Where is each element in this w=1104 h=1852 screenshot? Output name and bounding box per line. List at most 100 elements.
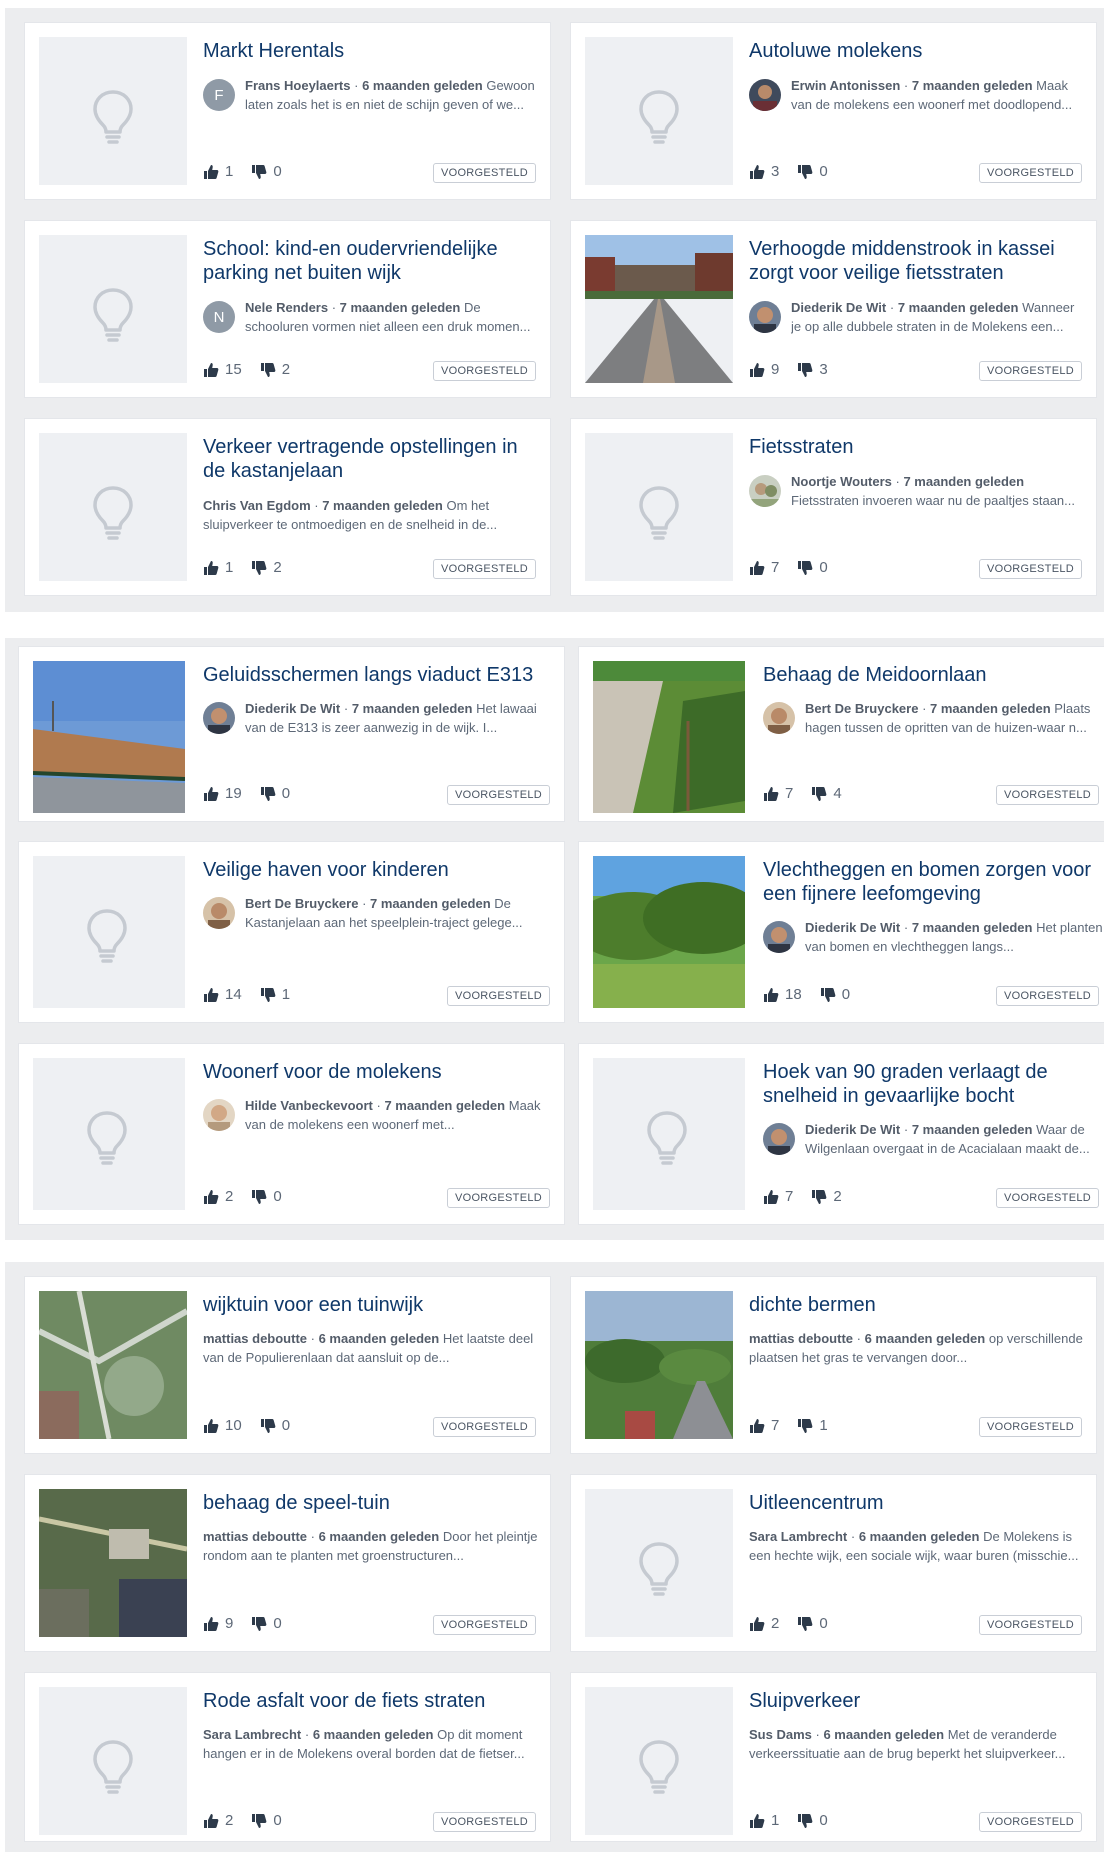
author-name[interactable]: Hilde Vanbeckevoort — [245, 1098, 373, 1113]
author-name[interactable]: Diederik De Wit — [805, 920, 900, 935]
author-name[interactable]: mattias deboutte — [203, 1529, 307, 1544]
idea-card[interactable]: Verkeer vertragende opstellingen in de k… — [24, 418, 551, 596]
idea-title[interactable]: Hoek van 90 graden verlaagt de snelheid … — [763, 1060, 1104, 1108]
idea-title[interactable]: Fietsstraten — [749, 435, 1086, 459]
downvote-button[interactable]: 2 — [811, 1188, 842, 1205]
status-badge: VOORGESTELD — [995, 1188, 1099, 1208]
upvote-button[interactable]: 1 — [203, 559, 233, 576]
upvote-button[interactable]: 7 — [763, 1188, 793, 1205]
author-name[interactable]: Sus Dams — [749, 1727, 812, 1742]
idea-title[interactable]: Woonerf voor de molekens — [203, 1060, 554, 1084]
author-name[interactable]: Diederik De Wit — [245, 701, 340, 716]
idea-title[interactable]: Markt Herentals — [203, 39, 540, 63]
idea-title[interactable]: Verkeer vertragende opstellingen in de k… — [203, 435, 540, 483]
upvote-button[interactable]: 14 — [203, 986, 242, 1003]
idea-title[interactable]: dichte bermen — [749, 1293, 1086, 1317]
idea-card[interactable]: Behaag de Meidoornlaan Bert De Bruyckere… — [578, 646, 1104, 822]
upvote-button[interactable]: 1 — [203, 163, 233, 180]
upvote-button[interactable]: 10 — [203, 1417, 242, 1434]
author-name[interactable]: Nele Renders — [245, 300, 328, 315]
idea-title[interactable]: Vlechtheggen en bomen zorgen voor een fi… — [763, 858, 1104, 906]
idea-title[interactable]: Behaag de Meidoornlaan — [763, 663, 1104, 687]
downvote-button[interactable]: 0 — [797, 559, 828, 576]
downvote-button[interactable]: 3 — [797, 361, 828, 378]
idea-title[interactable]: behaag de speel-tuin — [203, 1491, 540, 1515]
idea-title[interactable]: Geluidsschermen langs viaduct E313 — [203, 663, 554, 687]
status-badge: VOORGESTELD — [978, 1812, 1082, 1832]
status-badge: VOORGESTELD — [978, 1615, 1082, 1635]
idea-title[interactable]: School: kind-en oudervriendelijke parkin… — [203, 237, 540, 285]
upvote-button[interactable]: 9 — [749, 361, 779, 378]
upvote-button[interactable]: 2 — [203, 1188, 233, 1205]
upvote-button[interactable]: 9 — [203, 1615, 233, 1632]
idea-title[interactable]: Uitleencentrum — [749, 1491, 1086, 1515]
downvote-button[interactable]: 0 — [251, 1615, 282, 1632]
upvote-count: 7 — [785, 785, 794, 802]
upvote-button[interactable]: 2 — [203, 1812, 233, 1829]
downvote-button[interactable]: 2 — [260, 361, 290, 378]
upvote-button[interactable]: 18 — [763, 986, 802, 1003]
upvote-button[interactable]: 7 — [749, 559, 779, 576]
idea-card[interactable]: Sluipverkeer Sus Dams · 6 maanden gelede… — [570, 1672, 1097, 1842]
author-name[interactable]: Bert De Bruyckere — [245, 896, 358, 911]
downvote-button[interactable]: 1 — [797, 1417, 828, 1434]
idea-title[interactable]: Rode asfalt voor de fiets straten — [203, 1689, 540, 1713]
upvote-button[interactable]: 2 — [749, 1615, 779, 1632]
idea-card[interactable]: School: kind-en oudervriendelijke parkin… — [24, 220, 551, 398]
author-name[interactable]: Diederik De Wit — [791, 300, 886, 315]
idea-card[interactable]: Fietsstraten Noortje Wouters · 7 maanden… — [570, 418, 1097, 596]
idea-card[interactable]: Vlechtheggen en bomen zorgen voor een fi… — [578, 841, 1104, 1023]
downvote-button[interactable]: 0 — [251, 1812, 282, 1829]
upvote-button[interactable]: 3 — [749, 163, 779, 180]
idea-card[interactable]: wijktuin voor een tuinwijk mattias debou… — [24, 1276, 551, 1454]
downvote-button[interactable]: 0 — [797, 1615, 828, 1632]
idea-title[interactable]: Sluipverkeer — [749, 1689, 1086, 1713]
idea-card[interactable]: Verhoogde middenstrook in kassei zorgt v… — [570, 220, 1097, 398]
author-name[interactable]: Sara Lambrecht — [749, 1529, 847, 1544]
upvote-button[interactable]: 19 — [203, 785, 242, 802]
downvote-button[interactable]: 0 — [260, 785, 290, 802]
idea-card[interactable]: Geluidsschermen langs viaduct E313 Diede… — [18, 646, 565, 822]
idea-card[interactable]: Markt Herentals F Frans Hoeylaerts · 6 m… — [24, 22, 551, 200]
author-name[interactable]: Erwin Antonissen — [791, 78, 900, 93]
upvote-button[interactable]: 15 — [203, 361, 242, 378]
idea-card[interactable]: dichte bermen mattias deboutte · 6 maand… — [570, 1276, 1097, 1454]
vote-bar: 1 0 — [749, 1812, 828, 1829]
upvote-button[interactable]: 1 — [749, 1812, 779, 1829]
downvote-button[interactable]: 1 — [260, 986, 290, 1003]
idea-card[interactable]: Rode asfalt voor de fiets straten Sara L… — [24, 1672, 551, 1842]
author-name[interactable]: Frans Hoeylaerts — [245, 78, 351, 93]
downvote-button[interactable]: 4 — [811, 785, 842, 802]
upvote-button[interactable]: 7 — [763, 785, 793, 802]
downvote-button[interactable]: 0 — [251, 163, 282, 180]
upvote-button[interactable]: 7 — [749, 1417, 779, 1434]
post-time: 7 maanden geleden — [911, 78, 1033, 93]
author-name[interactable]: Sara Lambrecht — [203, 1727, 301, 1742]
author-name[interactable]: Diederik De Wit — [805, 1122, 900, 1137]
vote-bar: 7 0 — [749, 559, 828, 576]
author-name[interactable]: Chris Van Egdom — [203, 498, 311, 513]
idea-card[interactable]: Hoek van 90 graden verlaagt de snelheid … — [578, 1043, 1104, 1225]
idea-card[interactable]: behaag de speel-tuin mattias deboutte · … — [24, 1474, 551, 1652]
idea-card[interactable]: Uitleencentrum Sara Lambrecht · 6 maande… — [570, 1474, 1097, 1652]
vote-bar: 7 4 — [763, 785, 842, 802]
idea-title[interactable]: wijktuin voor een tuinwijk — [203, 1293, 540, 1317]
idea-title[interactable]: Autoluwe molekens — [749, 39, 1086, 63]
idea-title[interactable]: Veilige haven voor kinderen — [203, 858, 554, 882]
downvote-button[interactable]: 0 — [797, 163, 828, 180]
downvote-button[interactable]: 2 — [251, 559, 282, 576]
author-name[interactable]: Bert De Bruyckere — [805, 701, 918, 716]
author-name[interactable]: Noortje Wouters — [791, 474, 892, 489]
downvote-button[interactable]: 0 — [251, 1188, 282, 1205]
author-name[interactable]: mattias deboutte — [203, 1331, 307, 1346]
author-name[interactable]: mattias deboutte — [749, 1331, 853, 1346]
idea-card[interactable]: Autoluwe molekens Erwin Antonissen · 7 m… — [570, 22, 1097, 200]
lightbulb-icon — [637, 1739, 681, 1795]
idea-card[interactable]: Woonerf voor de molekens Hilde Vanbeckev… — [18, 1043, 565, 1225]
downvote-button[interactable]: 0 — [260, 1417, 290, 1434]
idea-title[interactable]: Verhoogde middenstrook in kassei zorgt v… — [749, 237, 1086, 285]
idea-card[interactable]: Veilige haven voor kinderen Bert De Bruy… — [18, 841, 565, 1023]
downvote-button[interactable]: 0 — [797, 1812, 828, 1829]
hedge-sidewalk-photo — [593, 661, 745, 813]
downvote-button[interactable]: 0 — [820, 986, 850, 1003]
